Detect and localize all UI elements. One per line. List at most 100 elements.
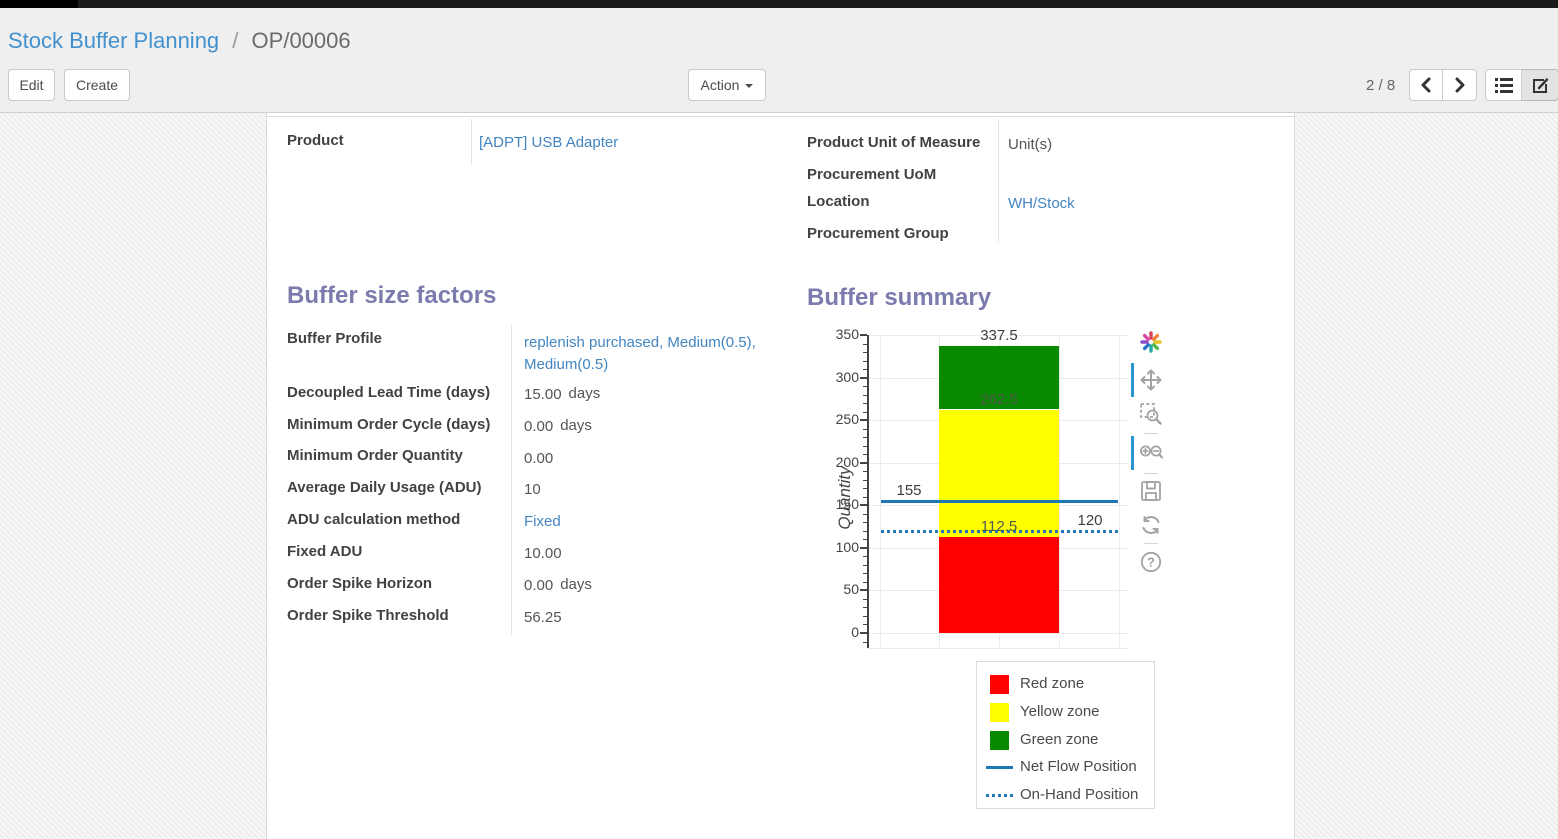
- legend-label: Net Flow Position: [1020, 758, 1137, 775]
- zoom-in-out-icon[interactable]: [1139, 441, 1163, 465]
- company-value-clipped: YourCompany: [1008, 113, 1103, 114]
- ticklabel-el: 150: [807, 496, 859, 512]
- legend-label: Green zone: [1020, 731, 1098, 748]
- buffer-summary-chart: 120112.5155262.5337.53503002502001501005…: [807, 325, 1177, 665]
- field-suffix: days: [560, 417, 592, 434]
- form-sheet: YourCompany Product [ADPT] USB Adapter P…: [266, 113, 1295, 839]
- help-icon[interactable]: ?: [1139, 550, 1163, 574]
- form-background: YourCompany Product [ADPT] USB Adapter P…: [0, 113, 1558, 839]
- modebar-separator: [1144, 543, 1158, 544]
- anno-el: 120: [1059, 512, 1121, 529]
- modebar-accent-bar: [1131, 436, 1134, 470]
- field-label-procurement-uom: Procurement UoM: [807, 166, 936, 183]
- caret-down-icon: [745, 84, 753, 88]
- legend-label: Yellow zone: [1020, 703, 1100, 720]
- field-number: 0.00: [524, 450, 553, 467]
- field-value-spike-horizon: 0.00 days: [524, 577, 592, 594]
- pager-previous-button[interactable]: [1409, 69, 1443, 101]
- field-label-spike-horizon: Order Spike Horizon: [287, 575, 432, 592]
- green-swatch: [990, 731, 1009, 750]
- form-view-button[interactable]: [1522, 69, 1558, 101]
- field-label-adu: Average Daily Usage (ADU): [287, 479, 482, 496]
- field-label-adu-method: ADU calculation method: [287, 511, 460, 528]
- tickmajor-el: [860, 462, 867, 464]
- sheet-top-divider: [267, 116, 1294, 117]
- plotly-logo-icon[interactable]: [1139, 330, 1163, 354]
- modebar-separator: [1144, 433, 1158, 434]
- field-value-moc: 0.00 days: [524, 418, 592, 435]
- view-switcher: [1485, 69, 1558, 101]
- field-value-location-link[interactable]: WH/Stock: [1008, 195, 1075, 212]
- field-divider: [511, 325, 512, 635]
- tickmajor-el: [860, 419, 867, 421]
- field-value-product-link[interactable]: [ADPT] USB Adapter: [479, 134, 618, 151]
- field-value-buffer-profile-link[interactable]: replenish purchased, Medium(0.5), Medium…: [524, 332, 774, 376]
- ticklabel-el: 50: [807, 581, 859, 597]
- red-swatch: [990, 675, 1009, 694]
- legend-label: Red zone: [1020, 675, 1084, 692]
- field-value-adu: 10: [524, 481, 541, 498]
- pager-next-button[interactable]: [1443, 69, 1477, 101]
- field-number: 56.25: [524, 609, 562, 626]
- yaxis-el: [867, 335, 869, 648]
- field-label-moc: Minimum Order Cycle (days): [287, 416, 490, 433]
- field-label-product-uom: Product Unit of Measure: [807, 134, 980, 151]
- pager-count: 2 / 8: [1366, 77, 1395, 94]
- yellow-swatch: [990, 703, 1009, 722]
- breadcrumb-parent-link[interactable]: Stock Buffer Planning: [8, 28, 219, 53]
- field-value-moq: 0.00: [524, 450, 553, 467]
- anno-el: 262.5: [939, 391, 1059, 408]
- modebar-accent-bar: [1131, 363, 1134, 397]
- action-dropdown-button[interactable]: Action: [688, 69, 766, 101]
- section-title-buffer-summary: Buffer summary: [807, 284, 991, 312]
- solid-line-swatch: [986, 766, 1013, 769]
- field-number: 0.00: [524, 418, 553, 435]
- svg-text:?: ?: [1147, 555, 1155, 570]
- chevron-left-icon: [1420, 77, 1432, 93]
- reset-axes-icon[interactable]: [1139, 513, 1163, 537]
- section-title-buffer-size-factors: Buffer size factors: [287, 282, 496, 310]
- hgrid-el: [867, 633, 1129, 634]
- field-value-product-uom: Unit(s): [1008, 136, 1052, 153]
- action-label: Action: [701, 77, 740, 93]
- form-edit-icon: [1532, 77, 1549, 94]
- breadcrumb: Stock Buffer Planning / OP/00006: [8, 28, 351, 54]
- anno-el: 112.5: [939, 518, 1059, 535]
- field-number: 0.00: [524, 577, 553, 594]
- hgrid-el: [867, 648, 1129, 649]
- field-suffix: days: [560, 576, 592, 593]
- chart-legend: Red zone Yellow zone Green zone Net Flow…: [976, 661, 1155, 809]
- pager-buttons: [1409, 69, 1477, 101]
- field-label-moq: Minimum Order Quantity: [287, 447, 463, 464]
- tickmajor-el: [860, 632, 867, 634]
- field-label-procurement-group: Procurement Group: [807, 225, 949, 242]
- ticklabel-el: 200: [807, 454, 859, 470]
- field-label-fixed-adu: Fixed ADU: [287, 543, 362, 560]
- zoom-box-icon[interactable]: [1139, 402, 1163, 426]
- seg-el: [939, 537, 1059, 633]
- field-value-spike-threshold: 56.25: [524, 609, 562, 626]
- save-image-icon[interactable]: [1139, 479, 1163, 503]
- list-icon: [1495, 77, 1513, 93]
- edit-button[interactable]: Edit: [8, 69, 55, 101]
- dotted-line-swatch: [986, 794, 1013, 797]
- field-number: 10: [524, 481, 541, 498]
- vgrid-el: [1119, 335, 1120, 648]
- pan-icon[interactable]: [1139, 368, 1163, 392]
- hline-el: [881, 500, 1118, 503]
- vgrid-el: [1059, 335, 1060, 648]
- field-label-spike-threshold: Order Spike Threshold: [287, 607, 449, 624]
- field-divider: [471, 119, 472, 165]
- top-menu-bar: [0, 0, 1558, 8]
- field-label-product: Product: [287, 132, 344, 149]
- list-view-button[interactable]: [1485, 69, 1522, 101]
- ticklabel-el: 350: [807, 326, 859, 342]
- breadcrumb-current: OP/00006: [252, 28, 351, 53]
- field-label-dlt: Decoupled Lead Time (days): [287, 384, 490, 401]
- breadcrumb-separator: /: [225, 28, 245, 53]
- field-value-adu-method-link[interactable]: Fixed: [524, 513, 561, 530]
- create-button[interactable]: Create: [64, 69, 130, 101]
- chevron-right-icon: [1454, 77, 1466, 93]
- field-label-location: Location: [807, 193, 870, 210]
- control-panel: Stock Buffer Planning / OP/00006 Edit Cr…: [0, 8, 1558, 113]
